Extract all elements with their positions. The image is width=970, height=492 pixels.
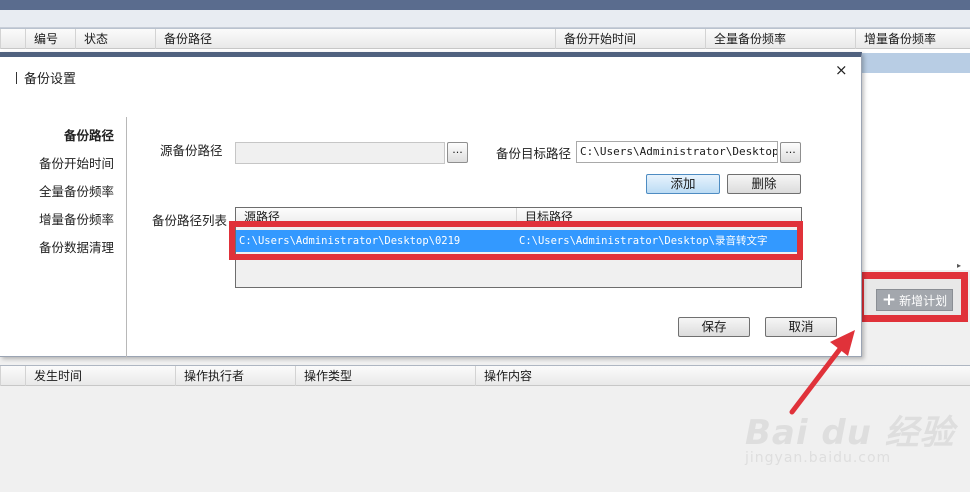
log-header-type[interactable]: 操作类型 xyxy=(295,366,475,386)
nav-full-backup-frequency[interactable]: 全量备份频率 xyxy=(39,181,114,200)
cancel-button[interactable]: 取消 xyxy=(765,317,837,337)
plan-header-path[interactable]: 备份路径 xyxy=(155,29,555,49)
baidu-watermark: Bai du 经验 jingyan.baidu.com xyxy=(745,405,965,485)
nav-backup-start-time[interactable]: 备份开始时间 xyxy=(39,153,114,172)
plan-table-header: 编号 状态 备份路径 备份开始时间 全量备份频率 增量备份频率 xyxy=(0,29,970,49)
log-table-header: 发生时间 操作执行者 操作类型 操作内容 xyxy=(0,366,970,386)
plan-header-status[interactable]: 状态 xyxy=(75,29,155,49)
add-plan-button[interactable]: + 新增计划 xyxy=(876,289,953,311)
toolbar-band xyxy=(0,10,970,28)
settings-nav: 备份路径 备份开始时间 全量备份频率 增量备份频率 备份数据清理 xyxy=(0,117,127,357)
plus-icon: + xyxy=(881,289,897,310)
target-path-label: 备份目标路径 xyxy=(496,146,572,161)
backup-settings-dialog: 备份设置 × 备份路径 备份开始时间 全量备份频率 增量备份频率 备份数据清理 … xyxy=(0,52,862,357)
path-list-label: 备份路径列表 xyxy=(152,213,228,228)
dialog-title: 备份设置 xyxy=(16,68,76,87)
log-header-operator[interactable]: 操作执行者 xyxy=(175,366,295,386)
log-header-cell-blank xyxy=(0,366,25,386)
scroll-right-icon[interactable]: ▸ xyxy=(957,261,961,270)
source-path-label: 源备份路径 xyxy=(160,143,223,158)
close-icon[interactable]: × xyxy=(835,61,848,79)
source-browse-button[interactable]: ... xyxy=(447,142,468,163)
target-path-input[interactable]: C:\Users\Administrator\Desktop\录 xyxy=(576,141,778,163)
save-button[interactable]: 保存 xyxy=(678,317,750,337)
window-top-bar xyxy=(0,0,970,10)
plan-header-start-time[interactable]: 备份开始时间 xyxy=(555,29,705,49)
plan-header-cell-blank xyxy=(0,29,25,49)
plan-header-id[interactable]: 编号 xyxy=(25,29,75,49)
watermark-url: jingyan.baidu.com xyxy=(745,450,892,466)
source-path-input[interactable] xyxy=(235,142,445,164)
plan-header-incremental-frequency[interactable]: 增量备份频率 xyxy=(855,29,970,49)
log-header-time[interactable]: 发生时间 xyxy=(25,366,175,386)
add-plan-highlight: + 新增计划 xyxy=(857,272,968,322)
path-row-highlight xyxy=(229,221,803,260)
log-header-content[interactable]: 操作内容 xyxy=(475,366,970,386)
nav-backup-path[interactable]: 备份路径 xyxy=(64,125,114,144)
backup-path-list: 源路径 目标路径 C:\Users\Administrator\Desktop\… xyxy=(229,207,803,288)
delete-path-button[interactable]: 删除 xyxy=(727,174,801,194)
watermark-main-text: Bai du 经验 xyxy=(745,413,955,453)
add-path-button[interactable]: 添加 xyxy=(646,174,720,194)
nav-backup-data-cleanup[interactable]: 备份数据清理 xyxy=(39,237,114,256)
plan-row-selected[interactable] xyxy=(862,53,970,73)
add-plan-label: 新增计划 xyxy=(899,293,948,308)
nav-incremental-backup-frequency[interactable]: 增量备份频率 xyxy=(39,209,114,228)
plan-header-full-frequency[interactable]: 全量备份频率 xyxy=(705,29,855,49)
target-browse-button[interactable]: ... xyxy=(780,142,801,163)
